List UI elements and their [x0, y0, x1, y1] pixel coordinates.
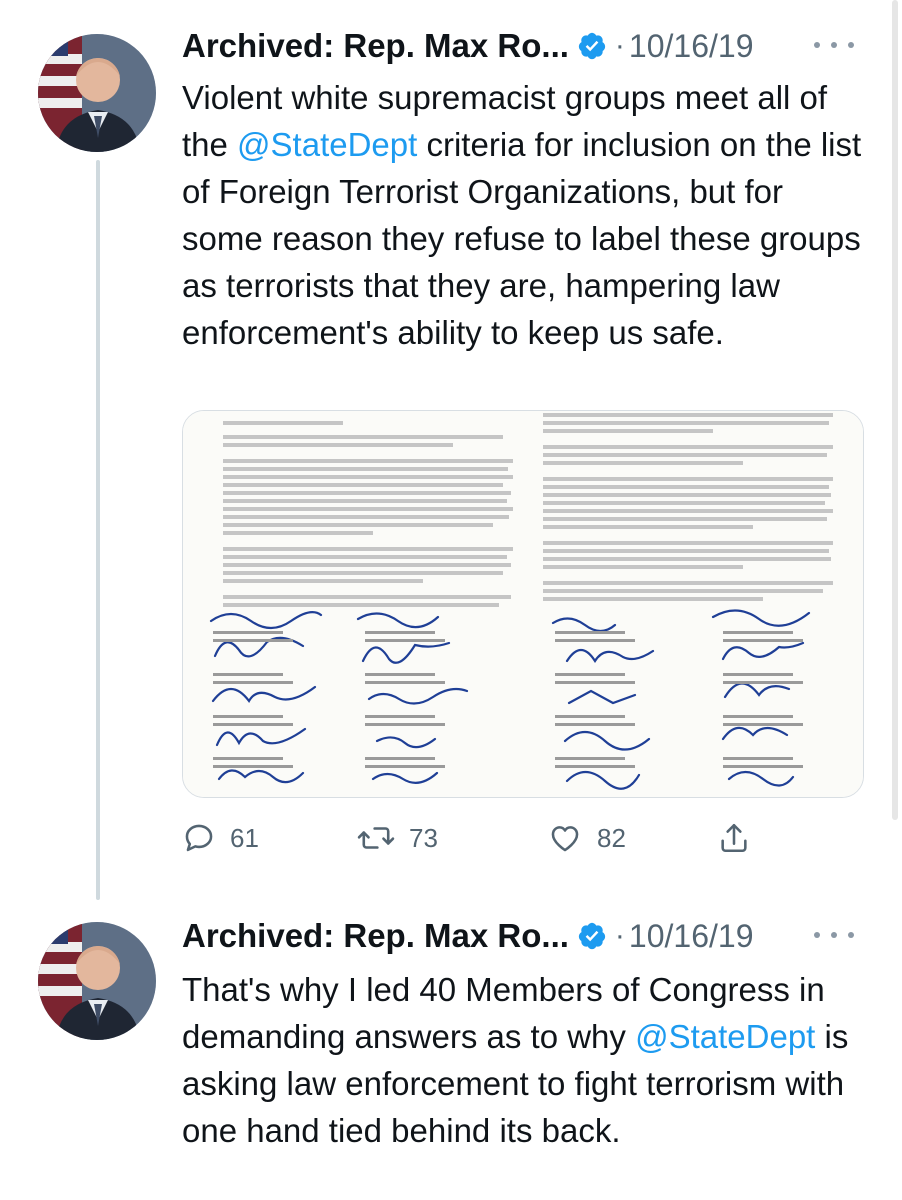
more-options-icon[interactable] [814, 30, 854, 60]
retweet-icon [357, 827, 395, 849]
tweet-header: Archived: Rep. Max Ro... · 10/16/19 [182, 26, 882, 66]
mention-link[interactable]: @StateDept [635, 1018, 815, 1055]
retweet-button[interactable]: 73 [357, 818, 547, 858]
like-button[interactable]: 82 [547, 818, 717, 858]
share-button[interactable] [717, 818, 751, 858]
separator-dot: · [614, 919, 625, 952]
separator-dot: · [614, 29, 625, 62]
more-options-icon[interactable] [814, 920, 854, 950]
tweet-text: Violent white supremacist groups meet al… [182, 74, 872, 356]
avatar[interactable] [38, 922, 156, 1040]
tweet-date[interactable]: 10/16/19 [629, 28, 754, 65]
mention-link[interactable]: @StateDept [237, 126, 417, 163]
tweet[interactable]: Archived: Rep. Max Ro... · 10/16/19 Viol… [0, 0, 902, 900]
avatar-photo [38, 922, 156, 1040]
like-count: 82 [597, 822, 626, 853]
letter-image [183, 411, 863, 797]
reply-icon [185, 824, 213, 852]
tweet-date[interactable]: 10/16/19 [629, 918, 754, 955]
retweet-count: 73 [409, 822, 438, 853]
tweet-text: That's why I led 40 Members of Congress … [182, 966, 872, 1154]
author-name[interactable]: Archived: Rep. Max Ro... [182, 917, 569, 955]
reply-count: 61 [230, 822, 259, 853]
avatar[interactable] [38, 34, 156, 152]
avatar-photo [38, 34, 156, 152]
reply-button[interactable]: 61 [182, 818, 357, 858]
verified-badge-icon [577, 921, 607, 951]
heart-icon [551, 826, 579, 852]
tweet[interactable]: Archived: Rep. Max Ro... · 10/16/19 That… [0, 900, 902, 1200]
attached-letter-image[interactable] [182, 410, 864, 798]
tweet-thread: Archived: Rep. Max Ro... · 10/16/19 Viol… [0, 0, 902, 1200]
author-name[interactable]: Archived: Rep. Max Ro... [182, 27, 569, 65]
verified-badge-icon [577, 31, 607, 61]
tweet-header: Archived: Rep. Max Ro... · 10/16/19 [182, 916, 882, 956]
share-icon [721, 823, 747, 853]
tweet-actions: 61 73 82 [182, 818, 762, 858]
